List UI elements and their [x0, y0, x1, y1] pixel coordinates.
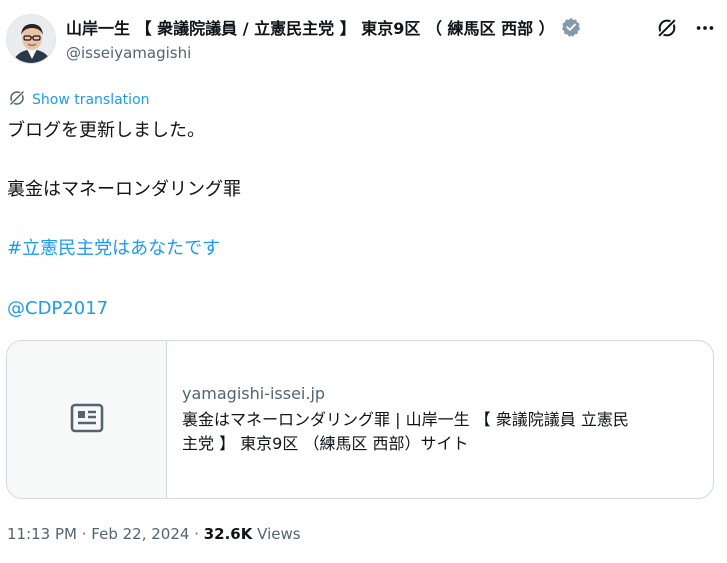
meta-separator: · — [76, 525, 92, 543]
translate-icon — [8, 89, 26, 111]
meta-separator: · — [189, 525, 204, 543]
avatar-photo — [7, 15, 55, 63]
card-title-line: 裏金はマネーロンダリング罪 | 山岸一生 【 衆議院議員 立憲民 — [182, 410, 629, 429]
tweet-meta: 11:13 PM · Feb 22, 2024 · 32.6K Views — [7, 525, 301, 543]
link-preview-card[interactable]: yamagishi-issei.jp 裏金はマネーロンダリング罪 | 山岸一生 … — [6, 340, 714, 499]
post-date[interactable]: Feb 22, 2024 — [91, 525, 189, 543]
handle[interactable]: @isseiyamagishi — [66, 44, 607, 62]
verified-badge-icon[interactable] — [561, 17, 581, 37]
more-icon[interactable] — [693, 16, 717, 40]
mention-link[interactable]: @CDP2017 — [7, 297, 108, 321]
author-header: 山岸一生 【 衆議院議員 / 立憲民主党 】 東京9区 （ 練馬区 西部 ） @… — [66, 15, 607, 62]
card-title: 裏金はマネーロンダリング罪 | 山岸一生 【 衆議院議員 立憲民 主党 】 東京… — [182, 408, 699, 456]
card-domain: yamagishi-issei.jp — [182, 384, 326, 403]
views-label: Views — [252, 525, 301, 543]
card-title-line: 主党 】 東京9区 （練馬区 西部）サイト — [182, 434, 469, 453]
tweet-line: ブログを更新しました。 — [7, 120, 205, 141]
article-icon — [70, 403, 104, 437]
card-info: yamagishi-issei.jp 裏金はマネーロンダリング罪 | 山岸一生 … — [167, 341, 713, 498]
views-count: 32.6K — [203, 525, 253, 543]
show-translation-label: Show translation — [32, 92, 150, 108]
hashtag-link[interactable]: #立憲民主党はあなたです — [7, 237, 220, 261]
grok-icon[interactable] — [655, 16, 679, 40]
avatar[interactable] — [6, 14, 56, 64]
post-time[interactable]: 11:13 PM — [7, 525, 77, 543]
card-thumbnail — [7, 341, 167, 498]
header-actions — [655, 16, 717, 40]
show-translation-button[interactable]: Show translation — [8, 89, 150, 111]
tweet-line: 裏金はマネーロンダリング罪 — [7, 179, 241, 200]
display-name[interactable]: 山岸一生 【 衆議院議員 / 立憲民主党 】 東京9区 （ 練馬区 西部 ） — [66, 15, 555, 39]
